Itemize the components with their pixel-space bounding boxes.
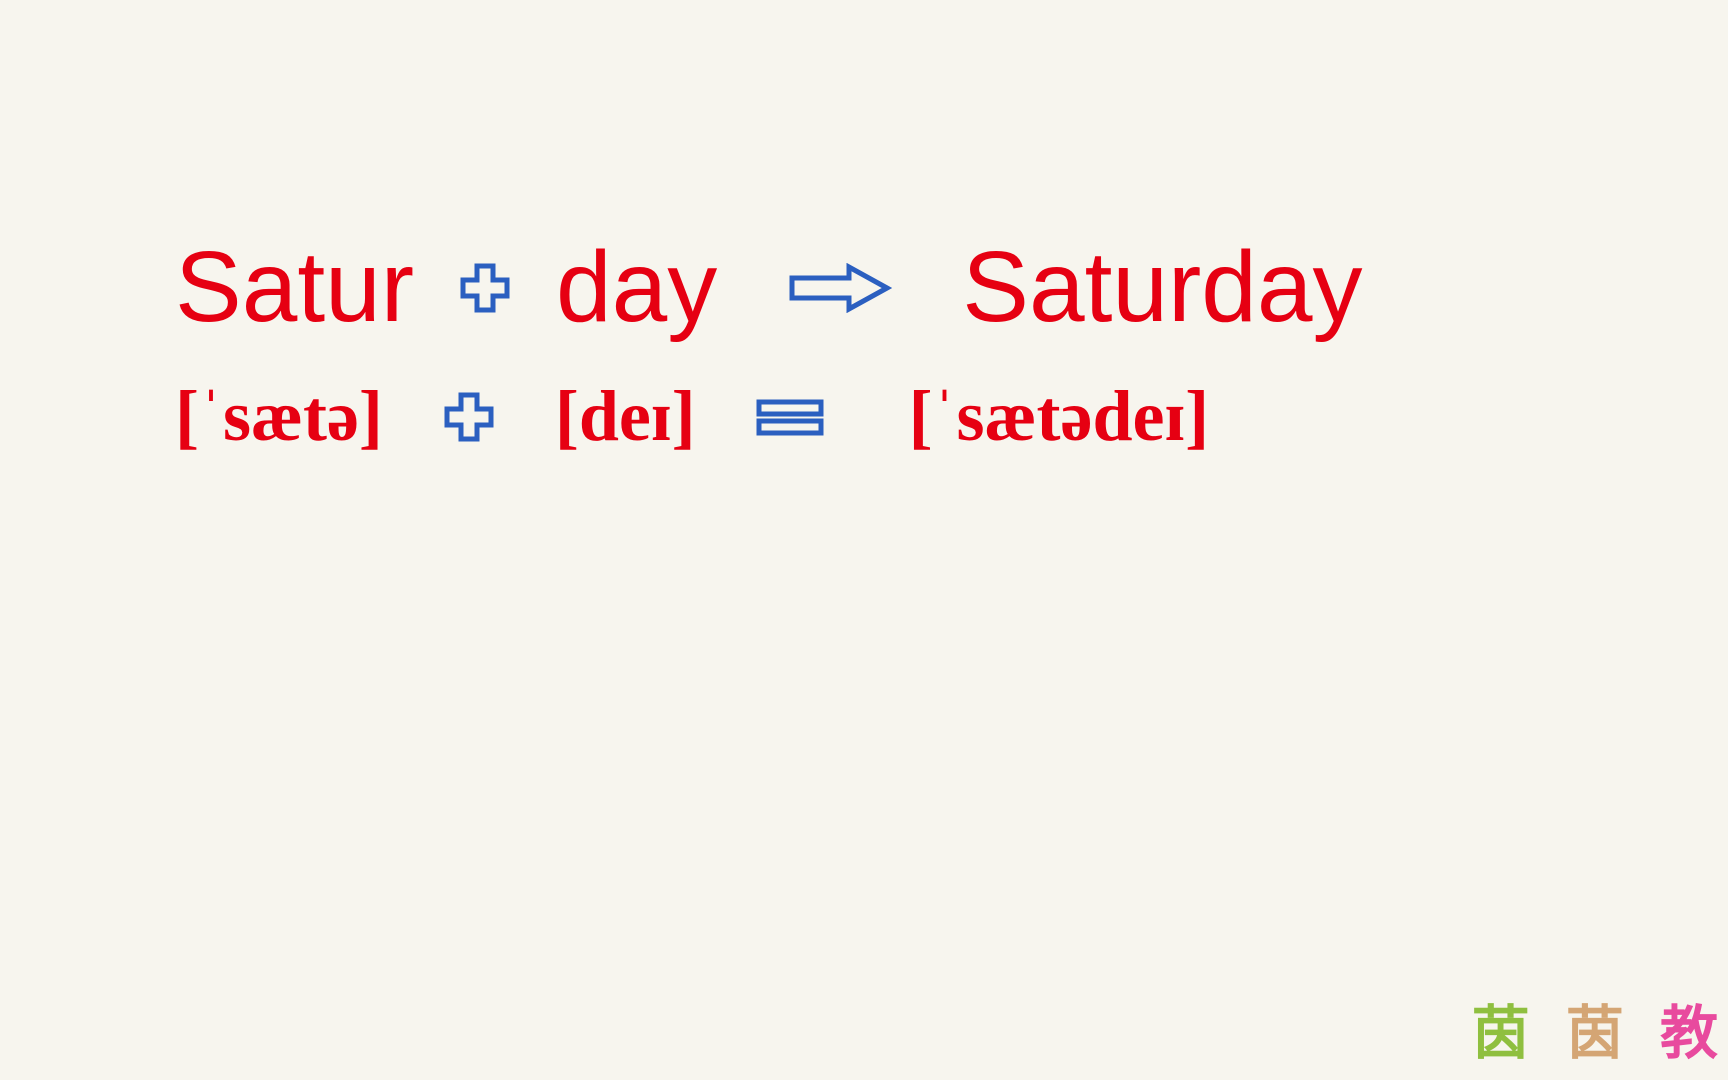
word-part-2: day [556,230,717,345]
watermark: 茵 茵 教 [1472,986,1728,1070]
word-part-1: Satur [175,230,414,345]
plus-icon [459,262,511,314]
equals-icon [756,397,824,437]
word-formation-row: Satur day Saturday [175,230,1628,345]
arrow-right-icon [787,263,892,313]
plus-icon [443,391,495,443]
watermark-char-3: 教 [1660,1001,1728,1066]
word-result: Saturday [962,230,1362,345]
phonetic-part-1: [ˈsætə] [175,375,383,458]
phonetic-part-2: [deɪ] [555,375,696,458]
watermark-char-1: 茵 [1472,1001,1540,1066]
phonetic-result: [ˈsætədeɪ] [909,375,1210,458]
phonetic-formation-row: [ˈsætə] [deɪ] [ˈsætədeɪ] [175,375,1628,458]
watermark-char-2: 茵 [1566,1001,1634,1066]
lesson-content: Satur day Saturday [ˈsætə] [deɪ] [175,230,1628,488]
